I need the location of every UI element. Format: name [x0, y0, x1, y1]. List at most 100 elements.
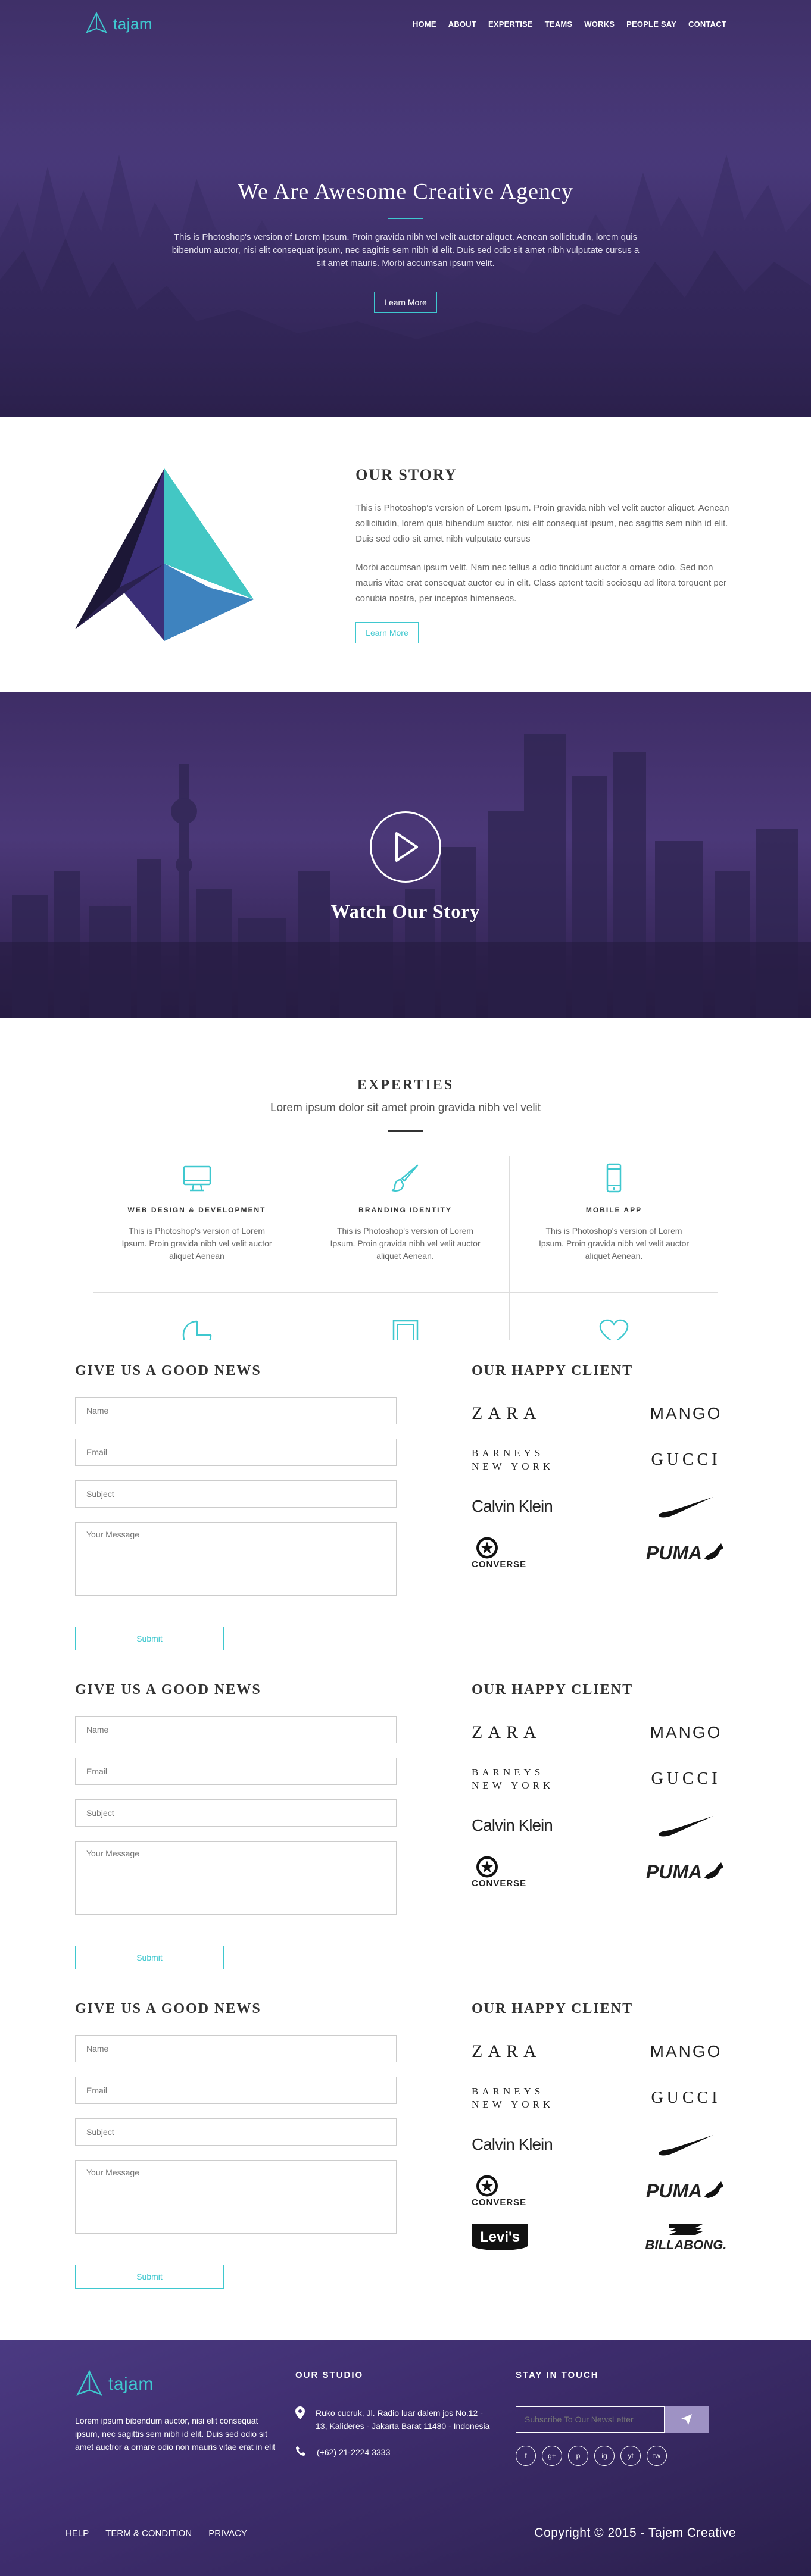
expertise-title: WEB DESIGN & DEVELOPMENT [127, 1206, 266, 1214]
experties-subtitle: Lorem ipsum dolor sit amet proin gravida… [270, 1102, 541, 1114]
phone-icon [296, 2446, 305, 2456]
message-input[interactable] [75, 1841, 397, 1915]
nav-people-say[interactable]: PEOPLE SAY [626, 20, 676, 29]
client-logos: ZARA MANGO BARNEYS NEW YORK GUCCI Calvin… [472, 1397, 728, 1570]
google-plus-icon[interactable]: g+ [542, 2446, 562, 2466]
address-text: Ruko cucruk, Jl. Radio luar dalem jos No… [316, 2408, 490, 2431]
hero-learn-more-button[interactable]: Learn More [374, 292, 437, 313]
email-input[interactable] [75, 2077, 397, 2104]
expertise-card: MOBILE APP This is Photoshop's version o… [510, 1156, 718, 1293]
experties-section: EXPERTIES Lorem ipsum dolor sit amet pro… [0, 1018, 811, 1350]
main-nav: tajam HOME ABOUT EXPERTISE TEAMS WORKS P… [0, 0, 811, 48]
billabong-logo: BILLABONG. [644, 2221, 728, 2254]
converse-logo: CONVERSE [472, 1855, 573, 1889]
footer-bottom: HELP TERM & CONDITION PRIVACY Copyright … [65, 2526, 736, 2540]
message-input[interactable] [75, 1522, 397, 1596]
nav-menu: HOME ABOUT EXPERTISE TEAMS WORKS PEOPLE … [413, 20, 726, 29]
logo-text: tajam [113, 14, 153, 33]
video-content: Watch Our Story [0, 811, 811, 923]
hero-text: This is Photoshop's version of Lorem Ips… [171, 232, 640, 268]
submit-button[interactable]: Submit [75, 2265, 224, 2289]
footer-logo[interactable]: tajam [75, 2370, 295, 2399]
logo[interactable]: tajam [85, 12, 152, 36]
footer-columns: tajam Lorem ipsum bibendum auctor, nisi … [75, 2370, 736, 2472]
story-text-block: OUR STORY This is Photoshop's version of… [355, 466, 736, 643]
address-row: Ruko cucruk, Jl. Radio luar dalem jos No… [295, 2406, 516, 2433]
video-title: Watch Our Story [330, 901, 481, 922]
barneys-logo: BARNEYS NEW YORK [472, 1767, 554, 1791]
subject-input[interactable] [75, 2118, 397, 2146]
nav-about[interactable]: ABOUT [448, 20, 476, 29]
studio-title: OUR STUDIO [295, 2370, 364, 2380]
footer-studio: OUR STUDIO Ruko cucruk, Jl. Radio luar d… [295, 2370, 516, 2472]
hero-content: We Are Awesome Creative Agency This is P… [0, 179, 811, 313]
newsletter-input[interactable] [516, 2406, 665, 2433]
nav-contact[interactable]: CONTACT [688, 20, 726, 29]
gucci-logo: GUCCI [651, 1450, 721, 1469]
name-input[interactable] [75, 1716, 397, 1743]
clients-title: OUR HAPPY CLIENT [472, 1363, 634, 1378]
expertise-card [510, 1293, 718, 1344]
nav-expertise[interactable]: EXPERTISE [488, 20, 533, 29]
stay-in-touch-title: STAY IN TOUCH [516, 2370, 599, 2380]
clients-block: OUR HAPPY CLIENT ZARA MANGO BARNEYS NEW … [472, 1664, 728, 1983]
story-paragraph-2: Morbi accumsan ipsum velit. Nam nec tell… [355, 562, 726, 604]
email-input[interactable] [75, 1439, 397, 1466]
calvin-klein-logo: Calvin Klein [472, 2135, 553, 2153]
play-icon [395, 832, 418, 862]
footer-link-help[interactable]: HELP [65, 2528, 89, 2539]
name-input[interactable] [75, 2035, 397, 2062]
nav-teams[interactable]: TEAMS [545, 20, 573, 29]
mango-logo: MANGO [650, 2042, 722, 2061]
pyramid-illustration [75, 454, 355, 656]
play-button[interactable] [370, 811, 441, 883]
mango-logo: MANGO [650, 1404, 722, 1423]
newsletter-send-button[interactable] [665, 2406, 709, 2433]
footer-about: tajam Lorem ipsum bibendum auctor, nisi … [75, 2370, 295, 2472]
subject-input[interactable] [75, 1799, 397, 1827]
instagram-icon[interactable]: ig [594, 2446, 615, 2466]
nike-logo [644, 1809, 728, 1842]
converse-logo: CONVERSE [472, 1536, 573, 1570]
mobile-icon [598, 1156, 629, 1194]
submit-button[interactable]: Submit [75, 1627, 224, 1650]
contact-form: GIVE US A GOOD NEWS Submit [75, 1983, 397, 2340]
expertise-text: This is Photoshop's version of Lorem Ips… [330, 1226, 481, 1261]
contact-clients-section: GIVE US A GOOD NEWS Submit OUR HAPPY CLI… [0, 1983, 811, 2340]
nav-works[interactable]: WORKS [584, 20, 615, 29]
hero-divider [388, 218, 423, 219]
contact-title: GIVE US A GOOD NEWS [75, 1682, 261, 1697]
phone-text: (+62) 21-2224 3333 [317, 2447, 391, 2457]
logo-text: tajam [108, 2374, 154, 2394]
name-input[interactable] [75, 1397, 397, 1424]
email-input[interactable] [75, 1758, 397, 1785]
gucci-logo: GUCCI [651, 2089, 721, 2107]
clients-block: OUR HAPPY CLIENT ZARA MANGO BARNEYS NEW … [472, 1345, 728, 1664]
expertise-title: BRANDING IDENTITY [358, 1206, 452, 1214]
nav-home[interactable]: HOME [413, 20, 436, 29]
barneys-logo: BARNEYS NEW YORK [472, 1448, 554, 1472]
logo-icon [76, 2370, 102, 2396]
message-input[interactable] [75, 2160, 397, 2234]
subject-input[interactable] [75, 1480, 397, 1508]
footer-link-terms[interactable]: TERM & CONDITION [105, 2528, 192, 2539]
gucci-logo: GUCCI [651, 1770, 721, 1788]
pie-chart-icon [181, 1319, 213, 1350]
mango-logo: MANGO [650, 1723, 722, 1742]
story-learn-more-button[interactable]: Learn More [355, 621, 419, 643]
hero-title: We Are Awesome Creative Agency [238, 179, 573, 204]
pinterest-icon[interactable]: p [568, 2446, 588, 2466]
twitter-icon[interactable]: tw [647, 2446, 667, 2466]
footer-link-privacy[interactable]: PRIVACY [208, 2528, 247, 2539]
hero-section: tajam HOME ABOUT EXPERTISE TEAMS WORKS P… [0, 0, 811, 417]
submit-button[interactable]: Submit [75, 1946, 224, 1969]
contact-form: GIVE US A GOOD NEWS Submit [75, 1345, 397, 1664]
youtube-icon[interactable]: yt [620, 2446, 641, 2466]
expertise-card [301, 1293, 510, 1346]
expertise-text: This is Photoshop's version of Lorem Ips… [538, 1226, 690, 1261]
expertise-card: BRANDING IDENTITY This is Photoshop's ve… [301, 1156, 510, 1293]
expertise-card: WEB DESIGN & DEVELOPMENT This is Photosh… [93, 1156, 301, 1293]
puma-logo: PUMA [644, 1536, 728, 1570]
client-logos: ZARA MANGO BARNEYS NEW YORK GUCCI Calvin… [472, 2035, 728, 2254]
facebook-icon[interactable]: f [516, 2446, 536, 2466]
